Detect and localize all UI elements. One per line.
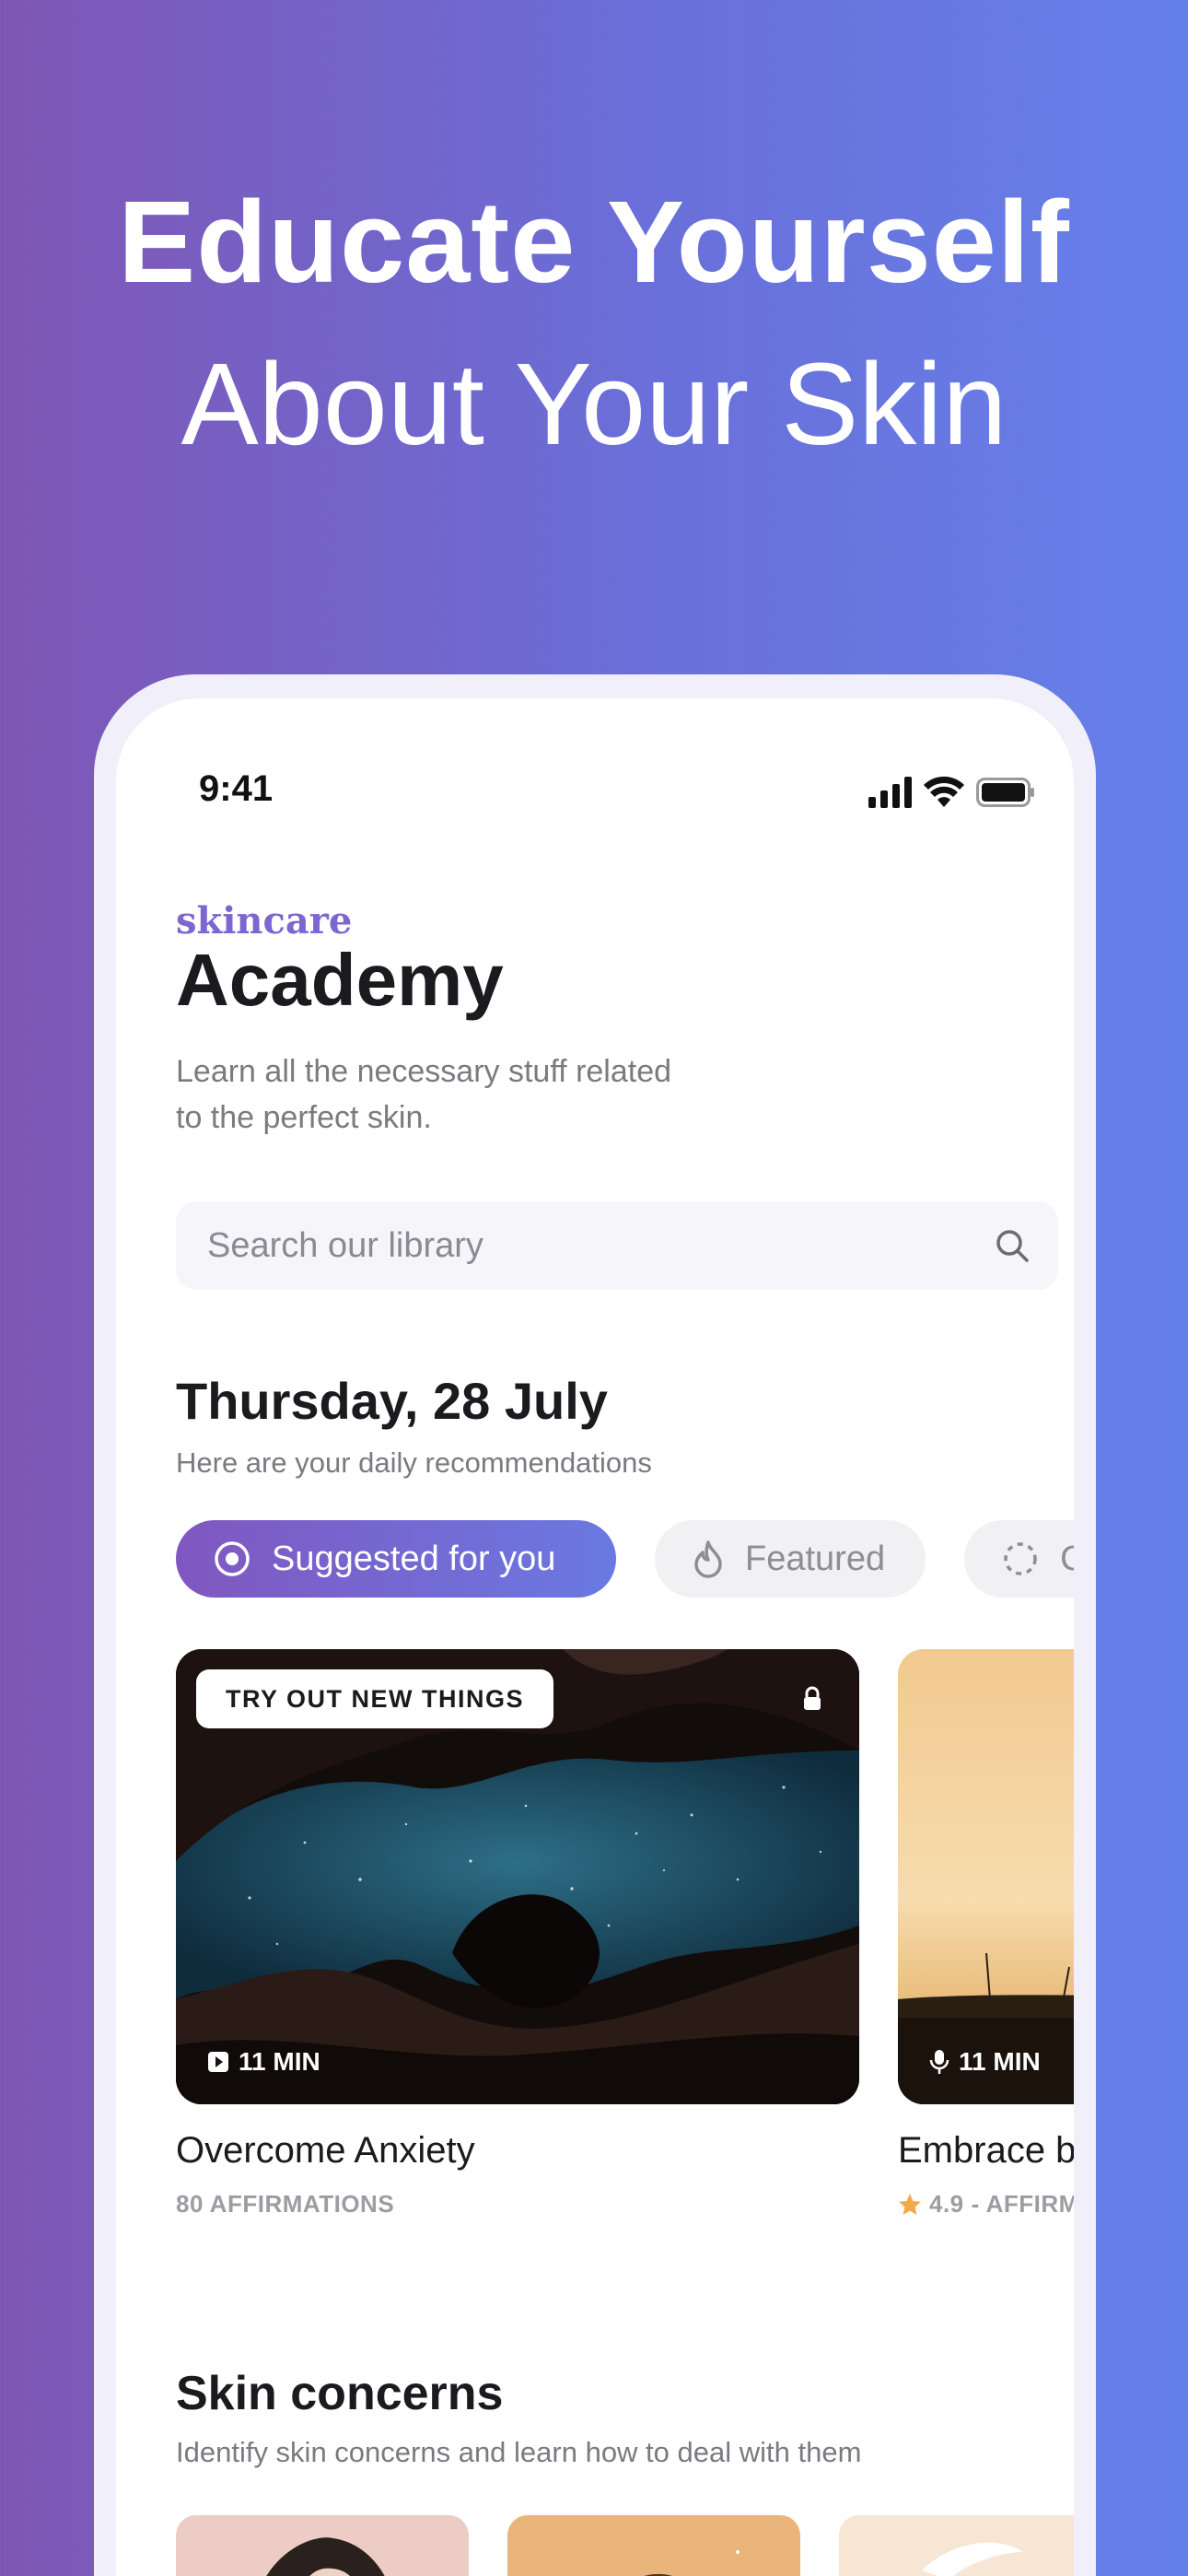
chip-label: C [1060,1539,1074,1578]
search-input[interactable] [207,1225,994,1266]
chip-label: Suggested for you [272,1539,556,1578]
brand-logo: skincare [176,899,353,943]
skin-concerns-carousel [176,2515,1074,2576]
signal-icon [868,777,912,808]
card-meta: 80 AFFIRMATIONS [176,2190,395,2218]
date-heading: Thursday, 28 July [176,1372,608,1430]
date-subtitle: Here are your daily recommendations [176,1446,652,1479]
concern-card[interactable] [176,2515,469,2576]
section-title: Skin concerns [176,2367,504,2420]
target-icon [215,1541,250,1576]
card-duration-text: 11 MIN [959,2047,1041,2076]
card-meta-text: - AFFIRMA [971,2190,1074,2218]
recommendation-carousel: TRY OUT NEW THINGS 11 MIN Overcome Anxie… [176,1649,1074,2219]
hero: Educate Yourself About Your Skin [0,184,1188,463]
app-screen: 9:41 skincare Academy Learn all the nece… [116,698,1074,2576]
portrait-image [922,2542,1023,2576]
card-title[interactable]: Embrace be [898,2130,1074,2172]
search-icon[interactable] [994,1227,1031,1264]
battery-icon [976,778,1034,807]
concern-card[interactable] [507,2515,800,2576]
card-duration-text: 11 MIN [239,2047,320,2076]
card-duration: 11 MIN [929,2047,1041,2077]
card-meta: 4.9 - AFFIRMA [898,2190,1074,2219]
chip-third[interactable]: C [964,1520,1074,1598]
portrait-image [266,2537,385,2576]
section-subtitle: Identify skin concerns and learn how to … [176,2436,862,2468]
category-chips: Suggested for you Featured C [176,1520,1074,1598]
card-duration: 11 MIN [207,2047,320,2077]
status-time: 9:41 [199,768,274,809]
hero-subtitle: About Your Skin [181,339,1007,469]
card-image: TRY OUT NEW THINGS 11 MIN [176,1649,859,2104]
portrait-image [644,2550,740,2576]
loader-icon [1004,1542,1037,1575]
flame-icon [694,1540,722,1578]
card-image: 11 MIN [898,1649,1074,2104]
card-rating: 4.9 [929,2190,964,2218]
sunset-field-image [898,1952,1074,2104]
wifi-icon [924,776,964,807]
hero-title: Educate Yourself [118,177,1070,307]
chip-suggested[interactable]: Suggested for you [176,1520,616,1598]
search-bar[interactable] [176,1201,1058,1290]
concern-card[interactable] [839,2515,1074,2576]
microphone-icon [929,2050,949,2074]
recommendation-card[interactable]: 11 MIN Embrace be 4.9 - AFFIRMA [898,1649,1074,2219]
status-icons [868,776,1035,809]
recommendation-card[interactable]: TRY OUT NEW THINGS 11 MIN Overcome Anxie… [176,1649,859,2219]
card-tag: TRY OUT NEW THINGS [196,1669,553,1728]
page-title: Academy [176,939,504,1021]
chip-label: Featured [745,1539,886,1578]
page-subtitle: Learn all the necessary stuff related to… [176,1054,672,1135]
status-bar: 9:41 [116,768,1074,820]
video-icon [208,2052,228,2072]
lock-icon[interactable] [802,1686,822,1712]
card-title[interactable]: Overcome Anxiety [176,2130,859,2172]
chip-featured[interactable]: Featured [655,1520,926,1598]
star-icon [899,2193,921,2215]
phone-frame: 9:41 skincare Academy Learn all the nece… [94,674,1096,2576]
